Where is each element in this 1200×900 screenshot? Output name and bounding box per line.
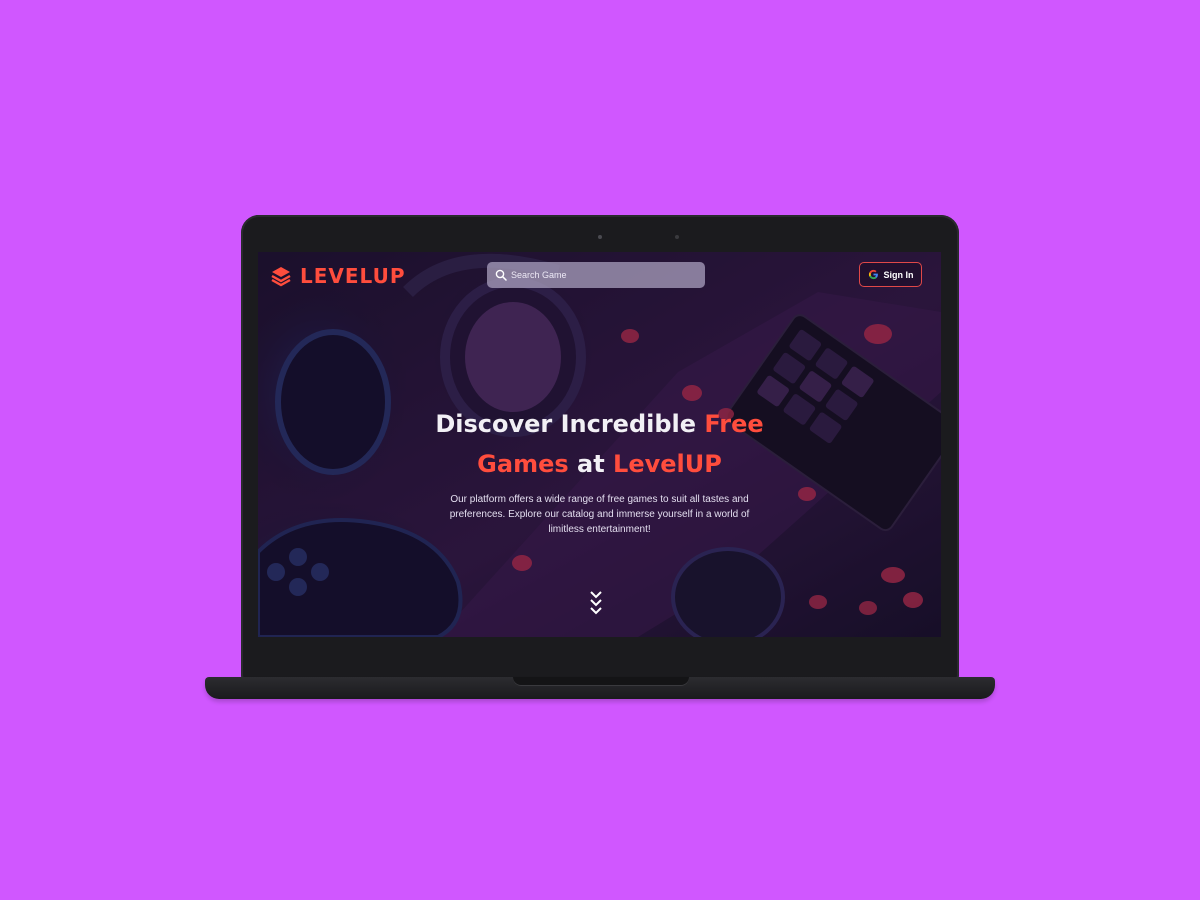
laptop-screen: LEVELUP Sign In Discover Incredible Free… [258, 252, 941, 637]
hero-section: Discover Incredible Free Games at LevelUP… [258, 404, 941, 537]
hero-title-text: Discover Incredible [435, 410, 705, 438]
hero-title-accent: LevelUP [613, 450, 722, 478]
hero-title-accent: Free [704, 410, 764, 438]
brand-name: LEVELUP [300, 264, 406, 288]
sign-in-button[interactable]: Sign In [859, 262, 922, 287]
hero-title-text: at [568, 450, 614, 478]
hero-title: Discover Incredible Free Games at LevelUP [258, 404, 941, 484]
laptop-hinge-notch [513, 677, 689, 686]
search-icon [495, 269, 507, 281]
brand[interactable]: LEVELUP [270, 264, 405, 288]
hero-description: Our platform offers a wide range of free… [449, 494, 750, 535]
laptop-base [205, 677, 995, 699]
search-input[interactable] [511, 270, 691, 280]
hero-title-accent: Games [477, 450, 569, 478]
chevrons-down-icon[interactable] [589, 590, 603, 616]
camera-dot [598, 235, 602, 239]
stacked-layers-icon [271, 267, 291, 287]
page-background: LEVELUP Sign In Discover Incredible Free… [0, 0, 1200, 900]
search-bar[interactable] [487, 262, 705, 288]
sign-in-label: Sign In [883, 269, 914, 280]
sensor-dot [675, 235, 679, 239]
google-icon [868, 269, 878, 280]
